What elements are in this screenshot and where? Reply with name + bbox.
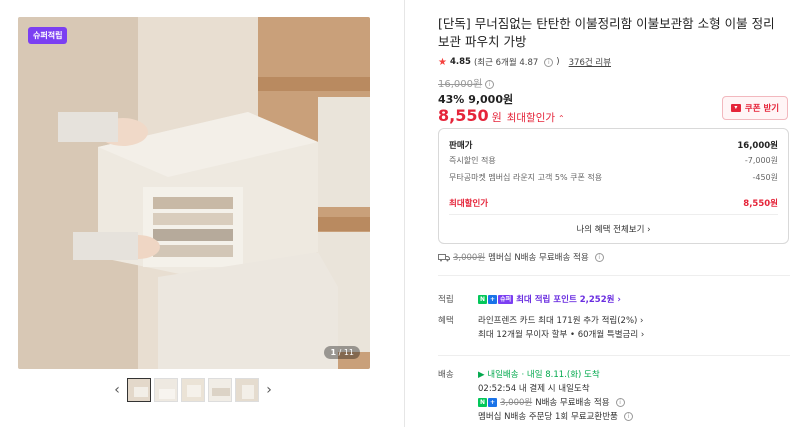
super-tag: 슈퍼 — [498, 294, 514, 304]
rating-recent-close: ) — [556, 57, 560, 67]
discount-rate: 43% — [438, 93, 465, 106]
rating-score: 4.85 — [449, 57, 471, 67]
product-gallery: 슈퍼적립 1 / 11 ‹ › — [0, 0, 404, 427]
star-icon: ★ — [438, 56, 447, 68]
info-icon[interactable]: i — [485, 79, 495, 89]
breakdown-divider — [449, 214, 778, 215]
thumbnail-1[interactable] — [127, 378, 151, 402]
super-points-badge: 슈퍼적립 — [28, 27, 68, 44]
tomorrow-delivery-text: 내일배송 — [487, 370, 519, 380]
thumbnail-strip: ‹ › — [110, 377, 276, 403]
info-icon[interactable]: i — [623, 411, 633, 421]
npay-badge: N + 슈퍼 — [478, 294, 514, 304]
column-divider — [404, 0, 405, 427]
breakdown-max-label: 최대할인가 — [449, 199, 489, 209]
breakdown-max-value: 8,550원 — [743, 199, 778, 209]
shipping-summary: 3,000원 멤버십 N배송 무료배송 적용 i — [438, 251, 604, 263]
product-photo — [18, 17, 370, 369]
plus-icon: + — [488, 397, 498, 407]
info-icon[interactable]: i — [594, 252, 604, 262]
n-icon: N — [478, 397, 488, 407]
points-label: 적립 — [438, 295, 454, 305]
breakdown-label: 판매가 — [449, 141, 473, 151]
truck-icon — [438, 253, 450, 261]
breakdown-row-max: 최대할인가 8,550원 — [449, 197, 778, 209]
section-divider — [438, 275, 790, 276]
coupon-icon: ▾ — [730, 104, 741, 112]
installment-link[interactable]: 최대 12개월 무이자 할부 • 60개월 특별금리 › — [478, 328, 644, 340]
discount-row: 43% 9,000원 — [438, 91, 513, 107]
delivery-deadline: 02:52:54 내 결제 시 내일도착 — [478, 384, 590, 394]
original-price-row: 16,000원 i — [438, 75, 495, 90]
coupon-button-label: 쿠폰 받기 — [744, 104, 780, 114]
all-benefits-link[interactable]: 나의 혜택 전체보기 › — [439, 223, 788, 235]
card-benefit-link[interactable]: 라인프렌즈 카드 최대 171원 추가 적립(2%) › — [478, 314, 643, 326]
product-info: [단독] 무너짐없는 탄탄한 이불정리함 이불보관함 소형 이불 정리 보관 파… — [438, 0, 790, 427]
final-price-unit: 원 — [491, 111, 502, 124]
breakdown-row-instant: 즉시할인 적용 -7,000원 — [449, 155, 778, 166]
delivery-eta: · 내일 8.11.(화) 도착 — [521, 370, 600, 380]
image-counter: 1 / 11 — [324, 346, 360, 359]
main-product-image[interactable]: 슈퍼적립 1 / 11 — [18, 17, 370, 369]
delivery-return-text: 멤버십 N배송 주문당 1회 무료교환반품 — [478, 412, 618, 422]
shipping-original-fee: 3,000원 — [453, 253, 486, 263]
original-price: 16,000원 — [438, 79, 483, 90]
plus-icon: + — [488, 294, 498, 304]
thumbnail-2[interactable] — [154, 378, 178, 402]
breakdown-label: 즉시할인 적용 — [449, 156, 496, 165]
npay-badge: N + — [478, 397, 498, 407]
delivery-original-fee: 3,000원 — [500, 398, 533, 408]
final-price: 8,550 — [438, 106, 489, 125]
tomorrow-delivery-tag: ▶ 내일배송 — [478, 370, 519, 380]
delivery-free-text: N배송 무료배송 적용 — [535, 398, 610, 408]
breakdown-value: 16,000원 — [737, 141, 778, 151]
delivery-free-row: N + 3,000원 N배송 무료배송 적용 i — [478, 396, 625, 408]
breakdown-label: 무타공마켓 멤버십 라운지 고객 5% 쿠폰 적용 — [449, 173, 603, 182]
chevron-right-icon[interactable]: › — [262, 377, 276, 403]
coupon-button[interactable]: ▾ 쿠폰 받기 — [722, 96, 788, 120]
shipping-text: 멤버십 N배송 무료배송 적용 — [488, 253, 589, 263]
breakdown-value: -450원 — [752, 173, 778, 182]
breakdown-value: -7,000원 — [744, 156, 778, 165]
thumbnail-5[interactable] — [235, 378, 259, 402]
chevron-up-icon[interactable]: ⌃ — [558, 114, 565, 123]
section-divider — [438, 355, 790, 356]
delivery-label: 배송 — [438, 370, 454, 380]
final-price-row[interactable]: 8,550 원 최대할인가 ⌃ — [438, 106, 565, 125]
price-breakdown-box: 판매가 16,000원 즉시할인 적용 -7,000원 무타공마켓 멤버십 라운… — [438, 128, 789, 244]
final-price-label: 최대할인가 — [506, 112, 556, 124]
rating-recent: (최근 6개월 4.87 — [473, 58, 539, 68]
thumbnail-3[interactable] — [181, 378, 205, 402]
image-counter-current: 1 — [330, 348, 337, 357]
points-text: 최대 적립 포인트 2,252원 › — [516, 295, 621, 305]
image-counter-total: / 11 — [338, 348, 354, 357]
info-icon[interactable]: i — [544, 57, 554, 67]
delivery-return-row: 멤버십 N배송 주문당 1회 무료교환반품 i — [478, 410, 633, 422]
benefit-label: 혜택 — [438, 316, 454, 326]
chevron-left-icon[interactable]: ‹ — [110, 377, 124, 403]
breakdown-row-coupon: 무타공마켓 멤버십 라운지 고객 5% 쿠폰 적용 -450원 — [449, 172, 778, 183]
rating-row: ★ 4.85 (최근 6개월 4.87 i) 376건 리뷰 — [438, 56, 611, 69]
n-icon: N — [478, 294, 488, 304]
delivery-row: ▶ 내일배송 · 내일 8.11.(화) 도착 — [478, 368, 600, 380]
discount-price: 9,000원 — [468, 93, 514, 106]
review-count-link[interactable]: 376건 리뷰 — [569, 56, 611, 68]
info-icon[interactable]: i — [615, 397, 625, 407]
thumbnail-4[interactable] — [208, 378, 232, 402]
breakdown-row-sale: 판매가 16,000원 — [449, 139, 778, 151]
product-title: [단독] 무너짐없는 탄탄한 이불정리함 이불보관함 소형 이불 정리 보관 파… — [438, 16, 775, 49]
points-row[interactable]: N + 슈퍼 최대 적립 포인트 2,252원 › — [478, 293, 621, 305]
